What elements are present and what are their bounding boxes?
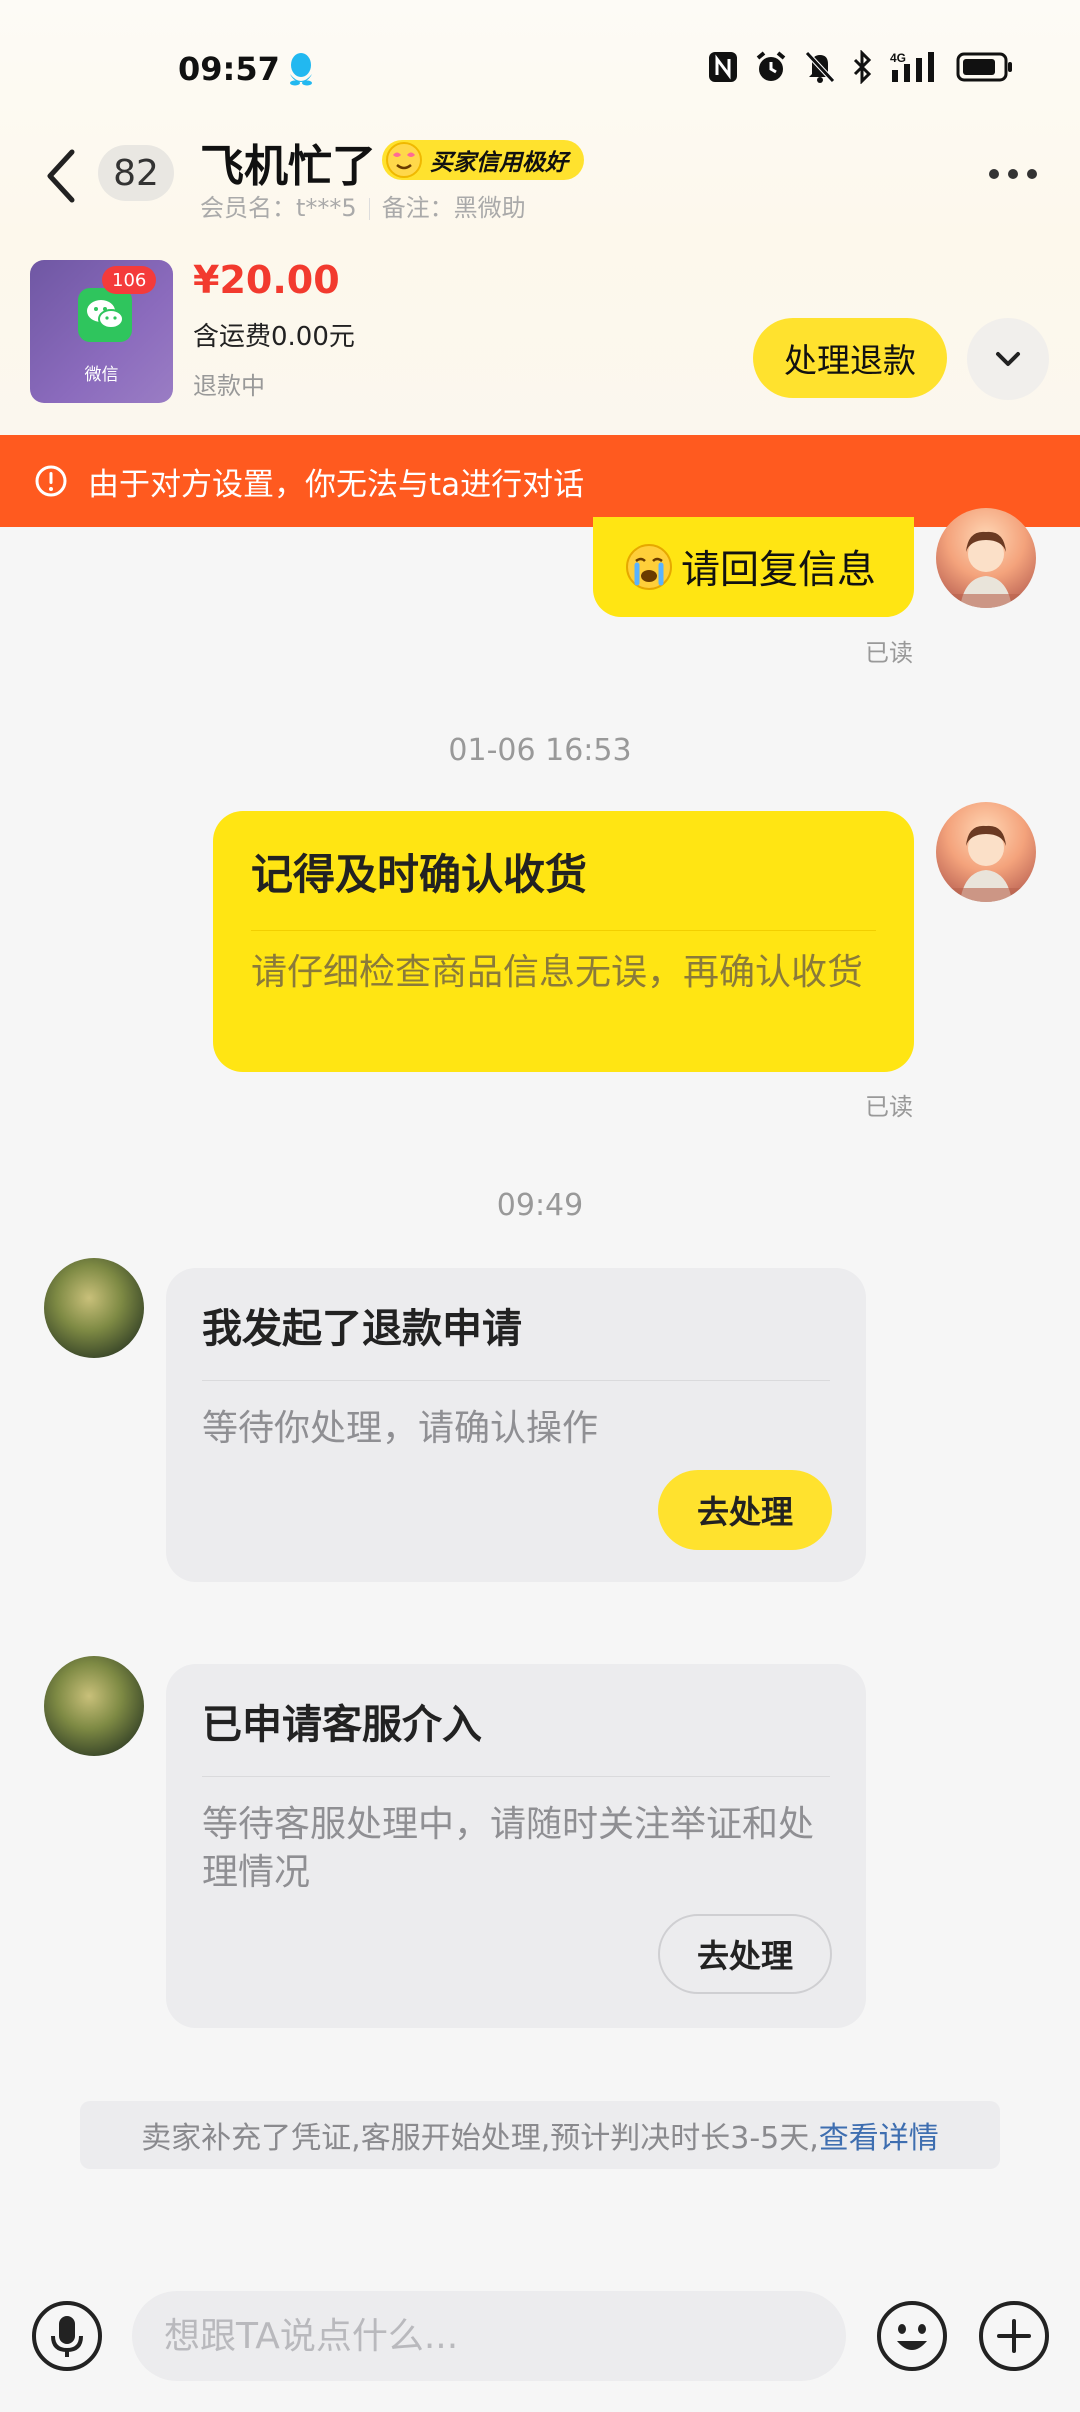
input-bar — [0, 2260, 1080, 2412]
chat-title: 飞机忙了 — [200, 141, 376, 192]
warning-banner: 由于对方设置，你无法与ta进行对话 — [0, 435, 1080, 527]
contact-avatar[interactable] — [44, 1258, 144, 1358]
card-body: 等待客服处理中，请随时关注举证和处理情况 — [202, 1804, 815, 1893]
signal-icon: 4G — [890, 51, 934, 82]
add-icon[interactable] — [977, 2299, 1051, 2373]
member-name: 会员名：t***5 — [200, 194, 357, 222]
view-details-link[interactable]: 查看详情 — [819, 2113, 939, 2157]
card-title: 已申请客服介入 — [202, 1702, 482, 1748]
card-title: 我发起了退款申请 — [202, 1306, 522, 1352]
timestamp: 09:49 — [496, 1188, 584, 1223]
contact-avatar[interactable] — [44, 1656, 144, 1756]
expand-button[interactable] — [967, 318, 1049, 400]
member-note: 备注：黑微助 — [381, 194, 526, 222]
read-receipt: 已读 — [865, 639, 913, 667]
bluetooth-icon — [853, 50, 872, 84]
alarm-icon — [756, 51, 786, 81]
microphone-icon[interactable] — [30, 2299, 104, 2373]
status-icons: 4G — [708, 50, 1014, 84]
card-body: 等待你处理，请确认操作 — [202, 1408, 599, 1449]
more-icon[interactable] — [986, 164, 1040, 184]
thumb-label: 微信 — [84, 365, 119, 385]
timestamp: 01-06 16:53 — [448, 733, 632, 768]
product-thumbnail[interactable]: 106 微信 — [30, 260, 173, 403]
crying-face-icon — [626, 544, 672, 590]
message-text: 请回复信息 — [681, 548, 877, 593]
handle-button[interactable]: 去处理 — [658, 1914, 832, 1994]
service-intervention-card[interactable]: 已申请客服介入 等待客服处理中，请随时关注举证和处理情况 去处理 — [166, 1664, 866, 2028]
shipping-info: 含运费0.00元 — [193, 322, 355, 352]
refund-status: 退款中 — [193, 372, 265, 400]
wechat-icon — [78, 288, 132, 342]
confirm-receipt-card[interactable]: 记得及时确认收货 请仔细检查商品信息无误，再确认收货 — [213, 811, 914, 1072]
my-avatar[interactable] — [936, 802, 1036, 902]
mute-icon — [805, 51, 835, 83]
credit-badge: 买家信用极好 — [382, 140, 584, 180]
back-icon[interactable] — [40, 146, 84, 206]
notice-text: 卖家补充了凭证,客服开始处理,预计判决时长3-5天, — [141, 2121, 819, 2156]
unread-count-badge[interactable]: 82 — [98, 145, 174, 201]
message-input[interactable] — [132, 2291, 846, 2381]
my-avatar[interactable] — [936, 508, 1036, 608]
qq-icon — [290, 53, 312, 86]
divider — [202, 1380, 830, 1381]
divider — [368, 198, 370, 220]
battery-icon — [956, 52, 1012, 82]
member-info: 会员名：t***5 备注：黑微助 — [200, 188, 526, 223]
product-price: ¥20.00 — [193, 258, 340, 302]
status-bar: 09:57 4G — [0, 0, 1080, 140]
divider — [251, 930, 876, 931]
card-title: 记得及时确认收货 — [251, 850, 588, 899]
svg-text:4G: 4G — [890, 51, 906, 65]
handle-button[interactable]: 去处理 — [658, 1470, 832, 1550]
warning-text: 由于对方设置，你无法与ta进行对话 — [88, 466, 585, 503]
emoji-icon[interactable] — [875, 2299, 949, 2373]
refund-request-card[interactable]: 我发起了退款申请 等待你处理，请确认操作 去处理 — [166, 1268, 866, 1582]
process-refund-button[interactable]: 处理退款 — [753, 318, 947, 398]
divider — [202, 1776, 830, 1777]
message-bubble[interactable]: 请回复信息 — [593, 517, 914, 617]
chevron-down-icon — [996, 352, 1020, 366]
credit-badge-label: 买家信用极好 — [430, 150, 568, 176]
thumb-badge: 106 — [102, 266, 157, 294]
system-notice: 卖家补充了凭证,客服开始处理,预计判决时长3-5天, 查看详情 — [80, 2101, 1000, 2169]
read-receipt: 已读 — [865, 1093, 913, 1121]
warning-icon — [35, 465, 67, 497]
nfc-icon — [709, 52, 737, 82]
credit-face-icon — [386, 142, 422, 178]
status-time: 09:57 — [178, 50, 280, 88]
card-body: 请仔细检查商品信息无误，再确认收货 — [251, 952, 864, 993]
